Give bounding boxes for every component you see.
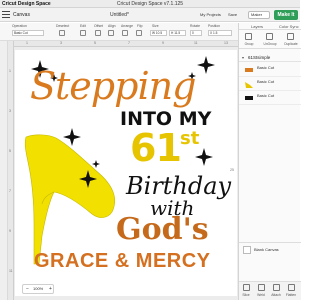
zoom-level: 100% (33, 286, 44, 291)
layer-name: Basic Cut (257, 65, 275, 70)
layer-name: Basic Cut (257, 93, 275, 98)
weld-label: Weld (257, 293, 265, 297)
panel-actions: Slice Weld Attach Flatten (239, 281, 301, 300)
design-text-st[interactable]: st (180, 128, 199, 149)
flatten-icon[interactable] (288, 284, 295, 291)
attach-label: Attach (271, 293, 281, 297)
slice-icon[interactable] (243, 284, 250, 291)
blank-canvas-label: Blank Canvas (254, 247, 279, 252)
layer-thumbnail (245, 68, 253, 72)
group-label: Group (244, 42, 254, 46)
design-text-gods[interactable]: God's (116, 212, 209, 247)
zoom-control: − 100% + (22, 284, 54, 294)
weld-icon[interactable] (258, 284, 265, 291)
panel-tabs: Layers Color Sync (239, 23, 301, 30)
group-icon[interactable] (245, 33, 252, 40)
layer-item[interactable]: Basic Cut (239, 91, 301, 105)
ungroup-label: UnGroup (263, 42, 277, 46)
slice-label: Slice (242, 293, 250, 297)
layer-name: Basic Cut (257, 79, 275, 84)
layer-thumbnail (245, 96, 253, 100)
tab-color-sync[interactable]: Color Sync (279, 23, 299, 30)
layers-panel: Layers Color Sync Group UnGroup Duplicat… (238, 23, 301, 300)
duplicate-label: Duplicate (284, 42, 298, 46)
layer-item[interactable]: Basic Cut (239, 63, 301, 77)
layer-tools: Group UnGroup Duplicate (239, 31, 301, 49)
layer-group-name: 61Stsimple (248, 55, 271, 60)
zoom-out-button[interactable]: − (26, 285, 29, 293)
flatten-label: Flatten (285, 293, 297, 297)
blank-canvas-row[interactable]: Blank Canvas (239, 242, 301, 256)
ungroup-icon[interactable] (266, 33, 273, 40)
layer-item[interactable]: Basic Cut (239, 77, 301, 91)
attach-icon[interactable] (273, 284, 280, 291)
tab-layers[interactable]: Layers (251, 23, 263, 30)
design-text-stepping[interactable]: Stepping (30, 64, 196, 108)
chevron-down-icon[interactable]: ▾ (242, 56, 244, 60)
layer-group[interactable]: ▾ 61Stsimple (239, 53, 301, 62)
design-text-61[interactable]: 61 (130, 126, 182, 170)
zoom-in-button[interactable]: + (49, 285, 52, 293)
duplicate-icon[interactable] (287, 33, 294, 40)
blank-canvas-swatch (243, 246, 251, 254)
design-text-grace-mercy[interactable]: GRACE & MERCY (34, 250, 211, 273)
layer-thumbnail (245, 82, 253, 88)
